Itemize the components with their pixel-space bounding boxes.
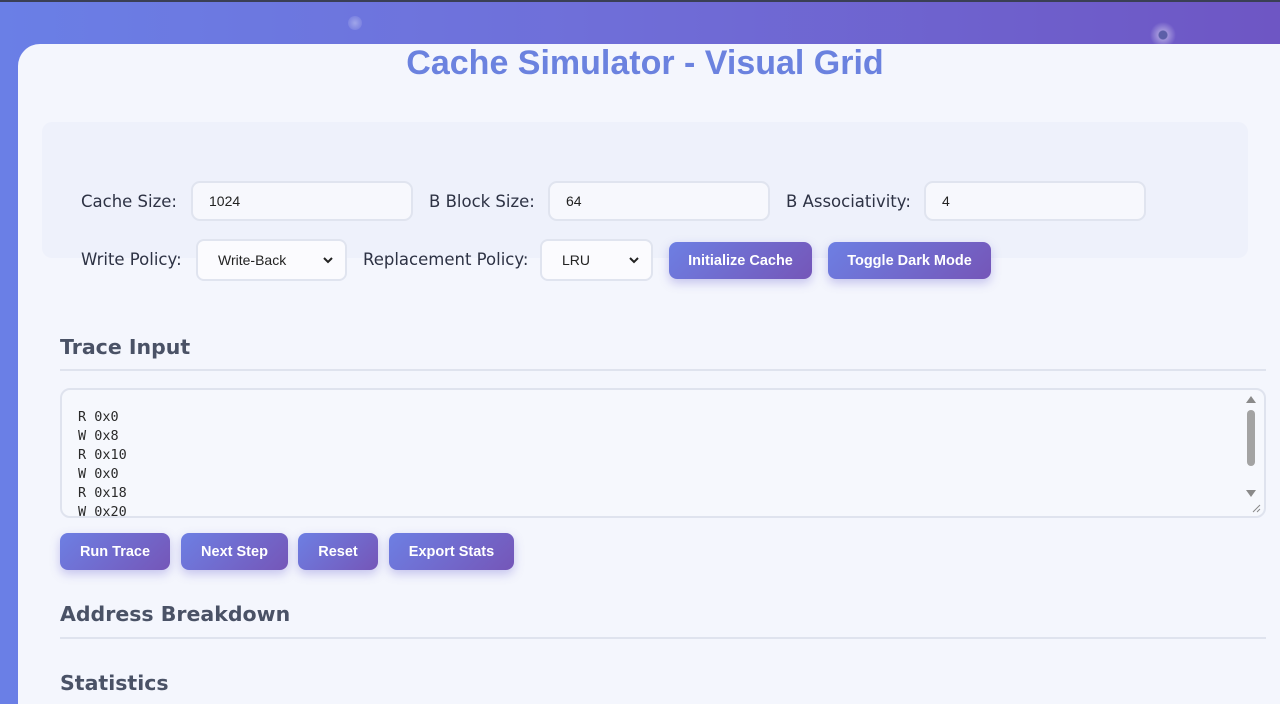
write-policy-label: Write Policy: [81, 250, 182, 269]
run-trace-button[interactable]: Run Trace [60, 533, 170, 570]
write-policy-value: Write-Back [218, 252, 287, 268]
statistics-heading: Statistics [60, 671, 169, 695]
divider [60, 369, 1266, 371]
chevron-down-icon [629, 257, 639, 264]
divider [60, 637, 1266, 639]
cache-size-input[interactable] [191, 181, 413, 221]
chevron-down-icon [323, 257, 333, 264]
next-step-button[interactable]: Next Step [181, 533, 288, 570]
cache-size-label: Cache Size: [81, 192, 177, 211]
address-breakdown-heading: Address Breakdown [60, 602, 291, 626]
scrollbar[interactable] [1244, 392, 1258, 514]
replacement-policy-select[interactable]: LRU [540, 239, 653, 281]
replacement-policy-value: LRU [562, 252, 591, 268]
write-policy-select[interactable]: Write-Back [196, 239, 347, 281]
resize-grip-icon[interactable] [1251, 503, 1261, 513]
export-stats-button[interactable]: Export Stats [389, 533, 514, 570]
scroll-up-icon[interactable] [1246, 396, 1256, 403]
trace-textarea[interactable]: R 0x0 W 0x8 R 0x10 W 0x0 R 0x18 W 0x20 [60, 388, 1266, 518]
trace-text: R 0x0 W 0x8 R 0x10 W 0x0 R 0x18 W 0x20 [78, 409, 127, 518]
page-title: Cache Simulator - Visual Grid [406, 44, 884, 82]
scroll-thumb[interactable] [1247, 410, 1255, 466]
scroll-down-icon[interactable] [1246, 490, 1256, 497]
block-size-label: B Block Size: [429, 192, 535, 211]
window-top-edge [0, 0, 1280, 2]
trace-input-heading: Trace Input [60, 335, 191, 359]
associativity-label: B Associativity: [786, 192, 911, 211]
initialize-cache-button[interactable]: Initialize Cache [669, 242, 812, 279]
decorative-orb [348, 16, 362, 30]
block-size-input[interactable] [548, 181, 770, 221]
replacement-policy-label: Replacement Policy: [363, 250, 529, 269]
reset-button[interactable]: Reset [298, 533, 378, 570]
toggle-dark-mode-button[interactable]: Toggle Dark Mode [828, 242, 991, 279]
associativity-input[interactable] [924, 181, 1146, 221]
